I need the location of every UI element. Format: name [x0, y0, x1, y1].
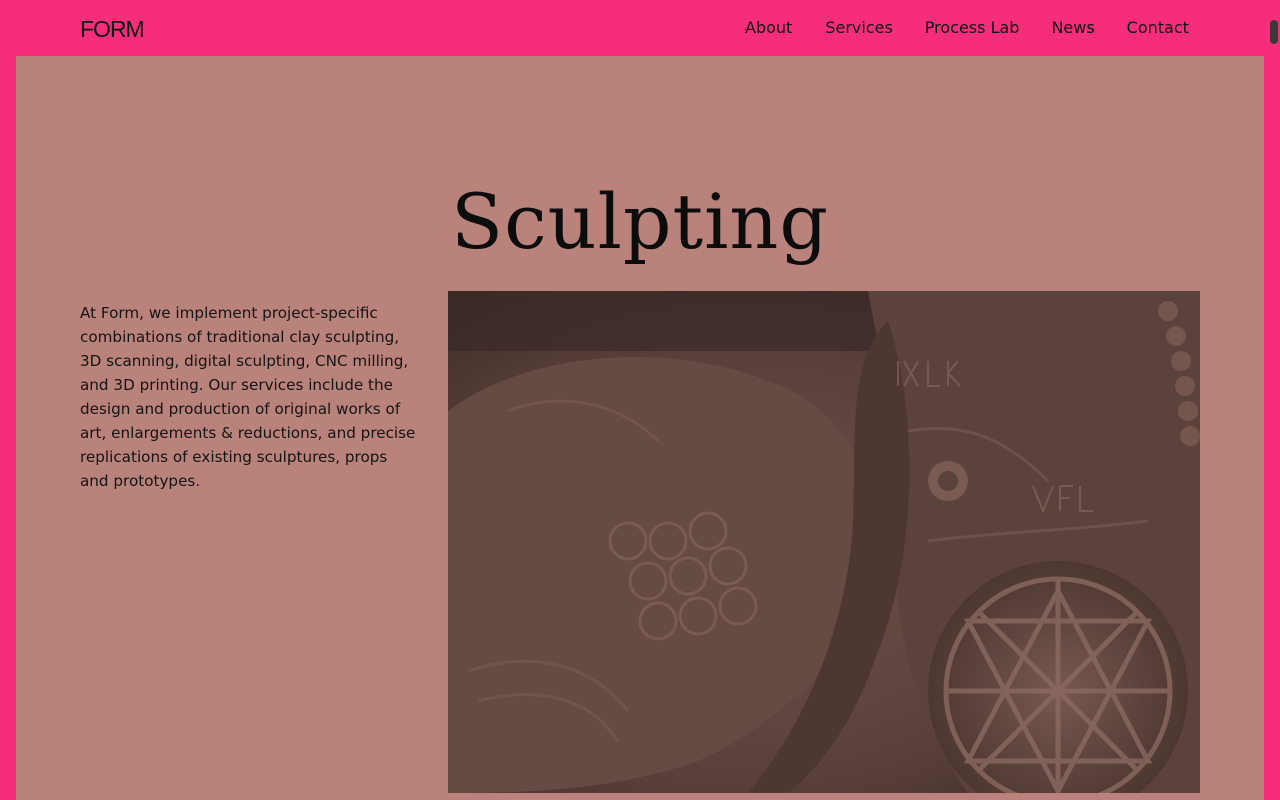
main-nav: About Services Process Lab News Contact: [745, 18, 1189, 38]
nav-link-services[interactable]: Services: [825, 18, 892, 38]
nav-link-about[interactable]: About: [745, 18, 792, 38]
clay-sculpture-image: [448, 291, 1200, 793]
site-logo[interactable]: FORM: [80, 16, 145, 42]
page-scrollbar[interactable]: [1264, 0, 1280, 800]
page-title: Sculpting: [451, 176, 829, 266]
nav-link-process-lab[interactable]: Process Lab: [925, 18, 1020, 38]
nav-link-contact[interactable]: Contact: [1127, 18, 1189, 38]
sculpture-photo: [448, 291, 1200, 793]
site-header: FORM About Services Process Lab News Con…: [0, 0, 1280, 56]
scrollbar-thumb[interactable]: [1270, 20, 1278, 44]
nav-link-news[interactable]: News: [1051, 18, 1094, 38]
content-panel: Sculpting At Form, we implement project-…: [16, 56, 1264, 800]
intro-paragraph: At Form, we implement project-specific c…: [80, 304, 416, 491]
